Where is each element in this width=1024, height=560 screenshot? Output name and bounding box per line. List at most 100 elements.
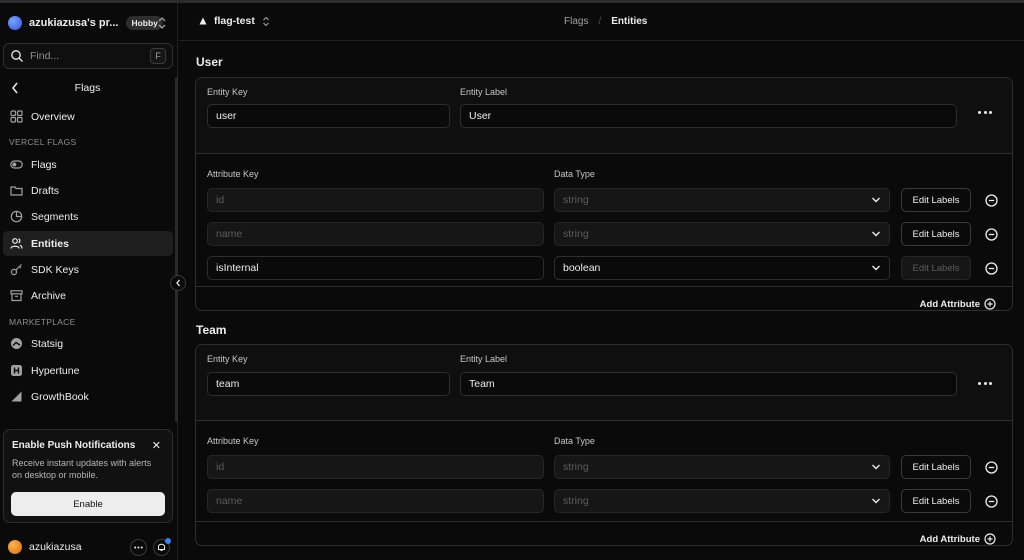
edit-labels-button[interactable]: Edit Labels [901, 489, 971, 513]
entity-label-label: Entity Label [460, 87, 508, 97]
remove-attribute-icon[interactable] [985, 495, 998, 508]
enable-notifications-button[interactable]: Enable [11, 492, 165, 516]
chevron-left-icon [175, 279, 180, 287]
users-icon [10, 238, 23, 249]
add-attribute-button[interactable]: Add Attribute [920, 298, 996, 310]
chevron-down-icon [872, 498, 880, 504]
collapse-sidebar-button[interactable] [170, 275, 186, 291]
breadcrumb-entities: Entities [611, 16, 648, 27]
archive-icon [10, 290, 23, 302]
sidebar-item-label: Overview [31, 110, 75, 123]
add-attribute-label: Add Attribute [919, 298, 980, 310]
bell-icon [158, 543, 165, 551]
entity-label-input[interactable]: Team [460, 372, 957, 396]
key-icon [10, 264, 22, 276]
attribute-key-input[interactable]: id [207, 455, 544, 479]
vercel-triangle-icon [199, 17, 207, 25]
toast-title: Enable Push Notifications [12, 440, 136, 451]
data-type-label: Data Type [554, 436, 595, 446]
remove-attribute-icon[interactable] [985, 461, 998, 474]
attribute-key-input[interactable]: isInternal [207, 256, 544, 280]
chevron-down-icon [872, 231, 880, 237]
entity-label-input[interactable]: User [460, 104, 957, 128]
notification-dot [165, 537, 171, 544]
sidebar-item-archive[interactable]: Archive [3, 283, 173, 308]
entity-key-label: Entity Key [207, 354, 248, 364]
data-type-select[interactable]: string [554, 222, 890, 246]
entity-key-input[interactable]: team [207, 372, 450, 396]
chevron-up-down-icon [262, 16, 269, 26]
sidebar-item-overview[interactable]: Overview [3, 104, 173, 129]
hypertune-logo-icon [11, 365, 22, 376]
user-name: azukiazusa [29, 541, 82, 553]
entity-title: Team [196, 323, 227, 337]
search-icon [11, 50, 23, 62]
team-switcher[interactable]: azukiazusa's pr... Hobby [8, 11, 169, 35]
project-switcher[interactable]: flag-test [199, 15, 270, 27]
team-name: azukiazusa's pr... [29, 17, 119, 29]
remove-attribute-icon[interactable] [985, 228, 998, 241]
entity-header: Entity Key Entity Label user User [196, 78, 1012, 154]
edit-labels-button[interactable]: Edit Labels [901, 222, 971, 246]
sidebar-item-label: Archive [31, 289, 67, 302]
grid-icon [10, 110, 23, 123]
user-menu[interactable]: azukiazusa [8, 535, 171, 559]
chevron-down-icon [872, 265, 880, 271]
ellipsis-icon [134, 546, 143, 548]
section-label-vercel-flags: VERCEL FLAGS [9, 137, 77, 147]
edit-labels-button[interactable]: Edit Labels [901, 188, 971, 212]
sidebar-scrollbar[interactable] [175, 77, 178, 422]
sidebar-item-statsig[interactable]: Statsig [3, 331, 173, 356]
add-attribute-button[interactable]: Add Attribute [920, 533, 996, 545]
sidebar-item-sdk-keys[interactable]: SDK Keys [3, 257, 173, 282]
sidebar-item-label: Hypertune [31, 364, 80, 377]
attribute-key-input[interactable]: name [207, 489, 544, 513]
plus-circle-icon [984, 533, 996, 545]
more-options-button[interactable] [130, 538, 147, 556]
data-type-value: string [563, 495, 589, 507]
attribute-key-input[interactable]: name [207, 222, 544, 246]
data-type-select[interactable]: string [554, 455, 890, 479]
edit-labels-button[interactable]: Edit Labels [901, 455, 971, 479]
pie-chart-icon [10, 210, 23, 223]
entity-footer: Add Attribute [196, 286, 1012, 310]
sidebar-item-flags[interactable]: Flags [3, 152, 173, 177]
entities-main: User Entity Key Entity Label user User A… [179, 42, 1024, 560]
notifications-button[interactable] [153, 537, 171, 556]
search-input[interactable]: Find... F [3, 43, 173, 69]
close-icon[interactable]: ✕ [152, 439, 161, 452]
attribute-list: Attribute Key Data Type id string Edit L… [196, 154, 1012, 280]
sidebar-item-hypertune[interactable]: Hypertune [3, 358, 173, 383]
data-type-select[interactable]: string [554, 188, 890, 212]
entity-card-team: Entity Key Entity Label team Team Attrib… [195, 344, 1013, 546]
breadcrumb-separator: / [598, 16, 602, 27]
sidebar-item-entities[interactable]: Entities [3, 231, 173, 256]
entity-key-input[interactable]: user [207, 104, 450, 128]
sidebar-item-segments[interactable]: Segments [3, 204, 173, 229]
sidebar-item-drafts[interactable]: Drafts [3, 178, 173, 203]
entity-more-options-button[interactable] [978, 111, 992, 115]
data-type-select[interactable]: boolean [554, 256, 890, 280]
avatar [8, 540, 22, 554]
entity-header: Entity Key Entity Label team Team [196, 345, 1012, 421]
attribute-list: Attribute Key Data Type id string Edit L… [196, 421, 1012, 513]
breadcrumb-flags[interactable]: Flags [564, 16, 588, 27]
search-shortcut-key: F [150, 48, 166, 64]
sidebar-item-label: Statsig [31, 337, 64, 350]
attribute-key-input[interactable]: id [207, 188, 544, 212]
add-attribute-label: Add Attribute [919, 533, 980, 545]
back-to-flags[interactable]: Flags [0, 78, 178, 98]
entity-footer: Add Attribute [196, 521, 1012, 545]
sidebar-item-label: Flags [31, 158, 57, 171]
sidebar-item-growthbook[interactable]: GrowthBook [3, 384, 173, 409]
data-type-select[interactable]: string [554, 489, 890, 513]
sidebar-item-label: GrowthBook [31, 390, 89, 403]
remove-attribute-icon[interactable] [985, 262, 998, 275]
entity-card-user: Entity Key Entity Label user User Attrib… [195, 77, 1013, 311]
entity-more-options-button[interactable] [978, 382, 992, 386]
edit-labels-button[interactable]: Edit Labels [901, 256, 971, 280]
remove-attribute-icon[interactable] [985, 194, 998, 207]
data-type-value: boolean [563, 262, 601, 274]
chevron-up-down-icon[interactable] [157, 16, 167, 30]
sidebar-item-label: SDK Keys [31, 263, 79, 276]
